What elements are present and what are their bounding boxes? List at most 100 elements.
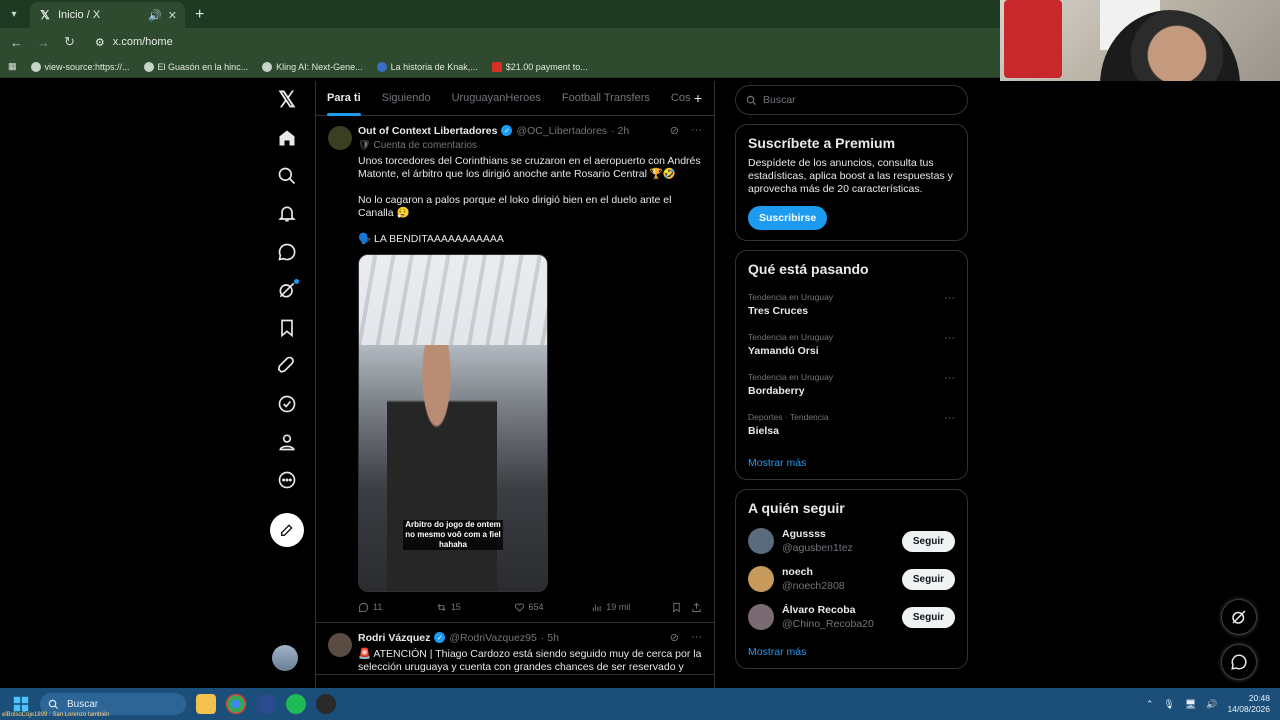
- trend-meta: Deportes · Tendencia: [748, 412, 829, 422]
- views-chart-icon: [593, 604, 601, 611]
- more-icon[interactable]: ···: [691, 124, 702, 137]
- grok-explain-icon[interactable]: ⊘: [670, 631, 679, 644]
- tab-uruguayanheroes[interactable]: UruguayanHeroes: [452, 92, 541, 104]
- trending-title: Qué está pasando: [748, 261, 869, 277]
- tweet-time[interactable]: · 5h: [541, 632, 559, 644]
- tweet-avatar[interactable]: [328, 126, 352, 150]
- follow-suggestion[interactable]: Álvaro Recoba @Chino_Recoba20 Seguir: [748, 604, 955, 630]
- suggestion-handle: @agusben1tez: [782, 542, 853, 554]
- tweet-text: Unos torcedores del Corinthians se cruza…: [358, 155, 701, 245]
- grok-icon[interactable]: [267, 271, 307, 309]
- author-handle[interactable]: @OC_Libertadores: [516, 125, 607, 137]
- tweet-video[interactable]: Arbitro do jogo de ontem no mesmo voô co…: [358, 254, 548, 592]
- tweet-time[interactable]: · 2h: [611, 125, 629, 137]
- follow-button[interactable]: Seguir: [901, 530, 955, 552]
- reply-button[interactable]: 11: [358, 602, 436, 613]
- trend-item[interactable]: Tendencia en Uruguay Tres Cruces ···: [748, 292, 955, 317]
- more-icon[interactable]: ···: [691, 631, 702, 644]
- spotify-icon[interactable]: [286, 694, 306, 714]
- clock[interactable]: 20:48 14/08/2026: [1227, 693, 1270, 715]
- tweet[interactable]: Out of Context Libertadores ✓ @OC_Libert…: [316, 116, 714, 623]
- follow-button[interactable]: Seguir: [901, 606, 955, 628]
- site-info-icon[interactable]: ⚙: [95, 36, 105, 49]
- avatar[interactable]: [748, 604, 774, 630]
- follow-suggestion[interactable]: Agussss @agusben1tez Seguir: [748, 528, 955, 554]
- network-icon[interactable]: 🖥: [1185, 699, 1196, 710]
- messages-fab-button[interactable]: [1221, 644, 1257, 680]
- back-icon[interactable]: ←: [10, 35, 23, 50]
- search-input[interactable]: Buscar: [735, 85, 968, 115]
- search-icon[interactable]: [267, 157, 307, 195]
- forward-icon[interactable]: →: [37, 35, 50, 50]
- more-icon[interactable]: ···: [944, 372, 955, 384]
- tab-football-transfers[interactable]: Football Transfers: [562, 92, 650, 104]
- more-icon[interactable]: ···: [944, 292, 955, 304]
- show-more-follow-link[interactable]: Mostrar más: [748, 646, 955, 658]
- grok-explain-icon[interactable]: ⊘: [670, 124, 679, 137]
- tab-search-chevron-icon[interactable]: ▾: [4, 4, 24, 24]
- trend-item[interactable]: Tendencia en Uruguay Yamandú Orsi ···: [748, 332, 955, 357]
- like-button[interactable]: 654: [514, 602, 592, 613]
- repost-button[interactable]: 15: [436, 602, 514, 613]
- obs-icon[interactable]: [316, 694, 336, 714]
- tab-cos[interactable]: Cos: [671, 92, 691, 104]
- tab-para-ti[interactable]: Para ti: [327, 92, 361, 116]
- subscribe-button[interactable]: Suscribirse: [748, 206, 828, 230]
- windows-taskbar: Buscar ⌃ 🎙 🖥 🔊 20:48 14/08/2026 elBolsoC…: [0, 688, 1280, 720]
- url-field[interactable]: ⚙ x.com/home: [95, 36, 173, 49]
- file-explorer-icon[interactable]: [196, 694, 216, 714]
- follow-button[interactable]: Seguir: [901, 568, 955, 590]
- x-home-logo-icon[interactable]: 𝕏: [267, 81, 307, 119]
- bookmarks-icon[interactable]: [267, 309, 307, 347]
- bookmark-item[interactable]: $21.00 payment to...: [491, 61, 588, 72]
- community-note[interactable]: 🛡 Cuenta de comentarios: [358, 140, 702, 151]
- volume-icon[interactable]: 🔊: [1206, 699, 1217, 710]
- home-icon[interactable]: [267, 119, 307, 157]
- compose-post-button[interactable]: [270, 513, 304, 547]
- author-name[interactable]: Out of Context Libertadores: [358, 125, 497, 137]
- apps-grid-icon[interactable]: ▦: [8, 61, 17, 72]
- show-more-trends-link[interactable]: Mostrar más: [748, 457, 955, 469]
- repost-icon: [437, 603, 446, 611]
- tweet[interactable]: Rodri Vázquez ✓ @RodriVazquez95 · 5h ⊘ ·…: [316, 623, 714, 675]
- bookmark-item[interactable]: El Guasón en la hinc...: [143, 61, 248, 72]
- profile-icon[interactable]: [267, 423, 307, 461]
- ea-app-icon[interactable]: [256, 694, 276, 714]
- speaker-icon[interactable]: 🔊: [148, 9, 162, 22]
- tweet-avatar[interactable]: [328, 633, 352, 657]
- jobs-rocket-icon[interactable]: [267, 347, 307, 385]
- bookmark-item[interactable]: Kling AI: Next-Gene...: [262, 61, 363, 72]
- suggestion-handle: @noech2808: [782, 580, 845, 592]
- messages-icon[interactable]: [267, 233, 307, 271]
- avatar[interactable]: [748, 566, 774, 592]
- bookmark-item[interactable]: view-source:https://...: [30, 61, 130, 72]
- author-name[interactable]: Rodri Vázquez: [358, 632, 430, 644]
- chevron-up-icon[interactable]: ⌃: [1146, 699, 1154, 710]
- add-tab-icon[interactable]: +: [694, 90, 702, 106]
- account-avatar[interactable]: [272, 645, 298, 671]
- more-icon[interactable]: ···: [944, 332, 955, 344]
- verified-orgs-icon[interactable]: [267, 385, 307, 423]
- microphone-icon[interactable]: 🎙: [1163, 699, 1174, 710]
- browser-tab-active[interactable]: 𝕏 Inicio / X 🔊 ✕: [30, 2, 185, 28]
- share-button[interactable]: [691, 602, 702, 613]
- views-button[interactable]: 19 mil: [591, 602, 671, 613]
- more-options-icon[interactable]: [267, 461, 307, 499]
- avatar[interactable]: [748, 528, 774, 554]
- bookmark-button[interactable]: [671, 602, 691, 613]
- bookmark-item[interactable]: La historia de Knak,...: [376, 61, 478, 72]
- reload-icon[interactable]: ↻: [64, 34, 75, 50]
- chrome-icon[interactable]: [226, 694, 246, 714]
- clock-date: 14/08/2026: [1227, 704, 1270, 714]
- who-to-follow-title: A quién seguir: [748, 500, 845, 516]
- trend-item[interactable]: Deportes · Tendencia Bielsa ···: [748, 412, 955, 437]
- close-icon[interactable]: ✕: [168, 9, 177, 22]
- author-handle[interactable]: @RodriVazquez95: [449, 632, 537, 644]
- trend-item[interactable]: Tendencia en Uruguay Bordaberry ···: [748, 372, 955, 397]
- more-icon[interactable]: ···: [944, 412, 955, 424]
- notifications-bell-icon[interactable]: [267, 195, 307, 233]
- follow-suggestion[interactable]: noech @noech2808 Seguir: [748, 566, 955, 592]
- tab-siguiendo[interactable]: Siguiendo: [382, 92, 431, 104]
- new-tab-button[interactable]: +: [195, 6, 204, 24]
- grok-fab-button[interactable]: [1221, 599, 1257, 635]
